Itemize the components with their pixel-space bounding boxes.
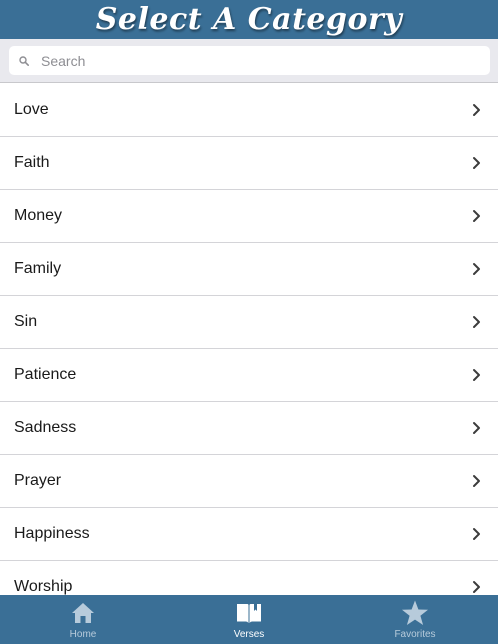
list-item-label: Sin xyxy=(14,313,38,330)
search-bar xyxy=(0,39,498,83)
chevron-right-icon xyxy=(472,474,481,488)
star-icon xyxy=(401,599,429,627)
list-item-label: Faith xyxy=(14,154,50,171)
list-item-prayer[interactable]: Prayer xyxy=(0,455,498,508)
tab-label: Favorites xyxy=(394,629,436,640)
list-item-love[interactable]: Love xyxy=(0,84,498,137)
list-item-sadness[interactable]: Sadness xyxy=(0,402,498,455)
list-item-label: Sadness xyxy=(14,419,77,436)
tab-favorites[interactable]: Favorites xyxy=(332,595,498,644)
book-icon xyxy=(235,599,263,627)
list-item-label: Happiness xyxy=(14,525,90,542)
category-list: Love Faith Money Family Sin Patience Sad… xyxy=(0,84,498,614)
list-item-label: Prayer xyxy=(14,472,62,489)
tab-bar: Home Verses Favorites xyxy=(0,595,498,644)
search-field[interactable] xyxy=(9,46,490,75)
search-input[interactable] xyxy=(41,52,461,69)
tab-home[interactable]: Home xyxy=(0,595,166,644)
chevron-right-icon xyxy=(472,315,481,329)
list-item-label: Family xyxy=(14,260,62,277)
navigation-header: Select A Category xyxy=(0,0,498,39)
list-item-money[interactable]: Money xyxy=(0,190,498,243)
search-icon xyxy=(17,54,31,68)
app-screen: Select A Category Love Faith xyxy=(0,0,498,644)
list-item-family[interactable]: Family xyxy=(0,243,498,296)
list-item-label: Patience xyxy=(14,366,77,383)
tab-label: Verses xyxy=(233,629,265,640)
list-item-faith[interactable]: Faith xyxy=(0,137,498,190)
home-icon xyxy=(69,599,97,627)
tab-label: Home xyxy=(69,629,97,640)
chevron-right-icon xyxy=(472,421,481,435)
list-item-label: Worship xyxy=(14,578,73,595)
list-item-patience[interactable]: Patience xyxy=(0,349,498,402)
list-item-sin[interactable]: Sin xyxy=(0,296,498,349)
tab-verses[interactable]: Verses xyxy=(166,595,332,644)
chevron-right-icon xyxy=(472,527,481,541)
chevron-right-icon xyxy=(472,368,481,382)
list-item-label: Love xyxy=(14,101,49,118)
list-item-label: Money xyxy=(14,207,63,224)
chevron-right-icon xyxy=(472,580,481,594)
chevron-right-icon xyxy=(472,156,481,170)
list-item-happiness[interactable]: Happiness xyxy=(0,508,498,561)
chevron-right-icon xyxy=(472,209,481,223)
page-title: Select A Category xyxy=(95,2,403,37)
chevron-right-icon xyxy=(472,103,481,117)
chevron-right-icon xyxy=(472,262,481,276)
